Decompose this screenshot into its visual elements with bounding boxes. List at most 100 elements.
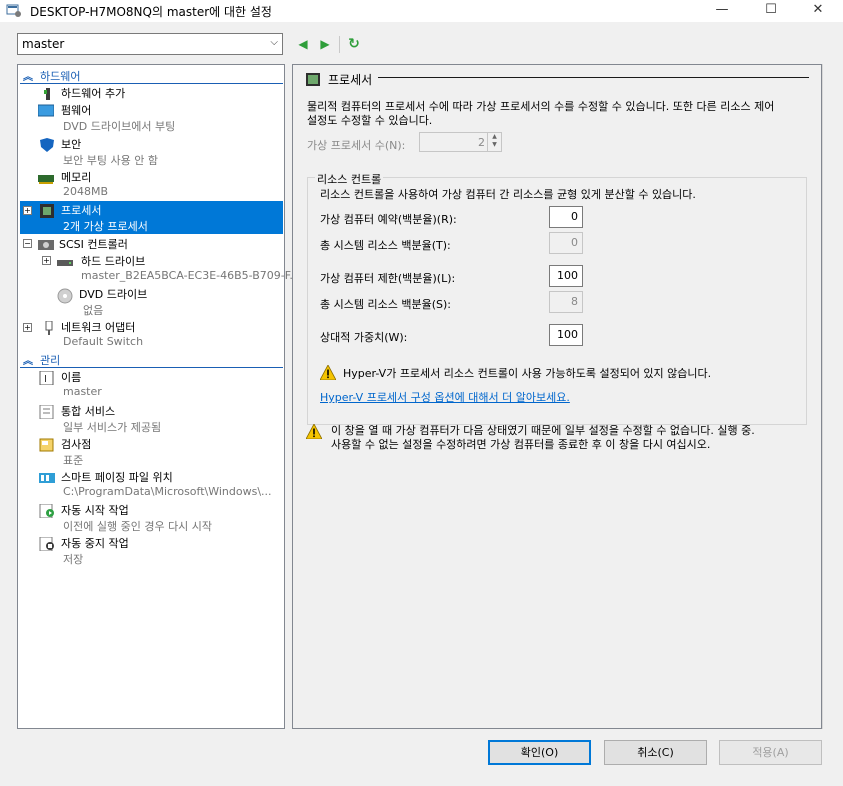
window-title: DESKTOP-H7MO8NQ의 master에 대한 설정 bbox=[30, 5, 272, 19]
management-section-label: 관리 bbox=[40, 354, 61, 367]
reserve-label: 가상 컴퓨터 예약(백분율)(R): bbox=[320, 213, 457, 226]
expand-plus-icon[interactable]: + bbox=[42, 256, 51, 265]
tree-item-label: 이름 bbox=[61, 371, 82, 384]
collapse-chevron-icon: ︽ bbox=[23, 356, 33, 367]
management-section-header[interactable]: ︽ 관리 bbox=[20, 351, 283, 368]
tree-item-sublabel: 표준 bbox=[63, 454, 84, 467]
running-state-warning-cont: 사용할 수 없는 설정을 수정하려면 가상 컴퓨터를 종료한 후 이 창을 다시… bbox=[331, 438, 711, 451]
tree-item-label: 스마트 페이징 파일 위치 bbox=[61, 471, 173, 484]
panel-title: 프로세서 bbox=[328, 73, 373, 87]
learn-more-link[interactable]: Hyper-V 프로세서 구성 옵션에 대해서 더 알아보세요. bbox=[320, 389, 570, 405]
tree-item-scsi-controller[interactable]: − SCSI 컨트롤러 bbox=[20, 235, 283, 252]
tree-item-sublabel: Default Switch bbox=[63, 335, 144, 348]
tree-item-hard-drive[interactable]: + 하드 드라이브 master_B2EA5BCA-EC3E-46B5-B709… bbox=[20, 252, 300, 285]
tree-item-checkpoints[interactable]: 검사점 표준 bbox=[20, 435, 283, 468]
reserve-total-label: 총 시스템 리소스 백분율(T): bbox=[320, 239, 451, 252]
weight-label: 상대적 가중치(W): bbox=[320, 331, 408, 344]
smart-paging-icon bbox=[39, 473, 55, 483]
tree-item-sublabel: master bbox=[63, 385, 102, 398]
processor-icon bbox=[40, 204, 54, 218]
integration-services-icon bbox=[39, 405, 54, 419]
refresh-icon[interactable]: ↻ bbox=[345, 35, 363, 53]
stepper-arrows-icon[interactable]: ▲ ▼ bbox=[487, 133, 501, 151]
vm-select-value: master bbox=[22, 37, 65, 51]
tree-item-label: 보안 bbox=[61, 138, 82, 151]
firmware-icon bbox=[38, 104, 54, 117]
apply-button[interactable]: 적용(A) bbox=[719, 740, 822, 765]
forward-arrow-icon[interactable]: ▶ bbox=[316, 35, 334, 53]
tree-item-label: DVD 드라이브 bbox=[79, 288, 148, 301]
tree-item-label: 검사점 bbox=[61, 438, 92, 451]
checkpoint-icon bbox=[39, 438, 54, 452]
name-icon: I bbox=[39, 371, 54, 385]
cancel-button[interactable]: 취소(C) bbox=[604, 740, 707, 765]
vcpu-value: 2 bbox=[478, 136, 485, 149]
toolbar-separator bbox=[339, 36, 340, 53]
close-button[interactable]: ✕ bbox=[795, 0, 841, 22]
scsi-controller-icon bbox=[38, 240, 54, 250]
tree-item-name[interactable]: I 이름 master bbox=[20, 368, 283, 401]
title-bar: DESKTOP-H7MO8NQ의 master에 대한 설정 — ☐ ✕ bbox=[0, 0, 843, 22]
svg-text:I: I bbox=[44, 374, 47, 385]
minimize-button[interactable]: — bbox=[699, 0, 745, 22]
tree-item-sublabel: 없음 bbox=[83, 304, 104, 317]
tree-item-sublabel: 2개 가상 프로세서 bbox=[63, 220, 148, 233]
tree-item-sublabel: 일부 서비스가 제공됨 bbox=[63, 421, 162, 434]
tree-item-integration-services[interactable]: 통합 서비스 일부 서비스가 제공됨 bbox=[20, 402, 283, 435]
tree-item-smart-paging[interactable]: 스마트 페이징 파일 위치 C:\ProgramData\Microsoft\W… bbox=[20, 468, 283, 501]
tree-item-label: 펌웨어 bbox=[61, 104, 92, 117]
expand-plus-icon[interactable]: + bbox=[23, 206, 32, 215]
tree-item-label: SCSI 컨트롤러 bbox=[59, 238, 128, 251]
tree-item-network-adapter[interactable]: + 네트워크 어댑터 Default Switch bbox=[20, 318, 283, 351]
network-adapter-icon bbox=[45, 321, 53, 335]
auto-start-icon bbox=[39, 504, 54, 518]
hardware-section-header[interactable]: ︽ 하드웨어 bbox=[20, 67, 283, 84]
tree-item-label: 자동 중지 작업 bbox=[61, 537, 129, 550]
vcpu-label: 가상 프로세서 수(N): bbox=[307, 139, 406, 152]
vm-select-dropdown[interactable]: master ⌵ bbox=[17, 33, 283, 55]
settings-tree: ︽ 하드웨어 하드웨어 추가 펌웨어 DVD 드라이브에서 부팅 보안 보안 부… bbox=[17, 64, 300, 729]
tree-item-auto-stop[interactable]: 자동 중지 작업 저장 bbox=[20, 534, 283, 567]
back-arrow-icon[interactable]: ◀ bbox=[294, 35, 312, 53]
settings-app-icon bbox=[6, 4, 21, 17]
reserve-input[interactable]: 0 bbox=[549, 206, 583, 228]
shield-icon bbox=[40, 138, 54, 152]
reserve-total-value: 0 bbox=[549, 232, 583, 254]
hard-drive-icon bbox=[57, 260, 73, 266]
tree-item-sublabel: 이전에 실행 중인 경우 다시 시작 bbox=[63, 520, 213, 533]
resource-control-warning: Hyper-V가 프로세서 리소스 컨트롤이 사용 가능하도록 설정되어 있지 … bbox=[343, 367, 712, 380]
weight-input[interactable]: 100 bbox=[549, 324, 583, 346]
tree-item-sublabel: 2048MB bbox=[63, 185, 109, 198]
tree-item-sublabel: DVD 드라이브에서 부팅 bbox=[63, 120, 176, 133]
resource-group-title: 리소스 컨트롤 bbox=[315, 171, 384, 187]
auto-stop-icon bbox=[39, 537, 54, 551]
dvd-drive-icon bbox=[57, 288, 73, 304]
limit-input[interactable]: 100 bbox=[549, 265, 583, 287]
tree-item-label: 프로세서 bbox=[61, 204, 102, 217]
tree-item-dvd-drive[interactable]: DVD 드라이브 없음 bbox=[20, 285, 283, 318]
tree-item-label: 통합 서비스 bbox=[61, 405, 116, 418]
tree-item-sublabel: 저장 bbox=[63, 553, 84, 566]
tree-item-sublabel: C:\ProgramData\Microsoft\Windows\... bbox=[63, 485, 272, 498]
warning-icon bbox=[306, 424, 322, 439]
tree-item-processor[interactable]: + 프로세서 2개 가상 프로세서 bbox=[20, 201, 283, 234]
vcpu-stepper[interactable]: 2 ▲ ▼ bbox=[419, 132, 502, 152]
tree-item-sublabel: 보안 부팅 사용 안 함 bbox=[63, 154, 158, 167]
tree-item-firmware[interactable]: 펌웨어 DVD 드라이브에서 부팅 bbox=[20, 101, 283, 134]
tree-item-auto-start[interactable]: 자동 시작 작업 이전에 실행 중인 경우 다시 시작 bbox=[20, 501, 283, 534]
limit-total-value: 8 bbox=[549, 291, 583, 313]
ok-button[interactable]: 확인(O) bbox=[488, 740, 591, 765]
panel-description-cont: 설정도 수정할 수 있습니다. bbox=[307, 114, 433, 127]
warning-icon bbox=[320, 365, 336, 380]
expand-plus-icon[interactable]: + bbox=[23, 323, 32, 332]
tree-item-security[interactable]: 보안 보안 부팅 사용 안 함 bbox=[20, 135, 283, 168]
processor-icon bbox=[306, 73, 320, 86]
add-hardware-icon bbox=[44, 88, 50, 100]
limit-total-label: 총 시스템 리소스 백분율(S): bbox=[320, 298, 451, 311]
tree-item-memory[interactable]: 메모리 2048MB bbox=[20, 168, 283, 201]
maximize-button[interactable]: ☐ bbox=[748, 0, 794, 22]
tree-item-label: 자동 시작 작업 bbox=[61, 504, 129, 517]
collapse-minus-icon[interactable]: − bbox=[23, 239, 32, 248]
processor-settings-panel: 프로세서 물리적 컴퓨터의 프로세서 수에 따라 가상 프로세서의 수를 수정할… bbox=[292, 64, 822, 729]
limit-label: 가상 컴퓨터 제한(백분율)(L): bbox=[320, 272, 456, 285]
